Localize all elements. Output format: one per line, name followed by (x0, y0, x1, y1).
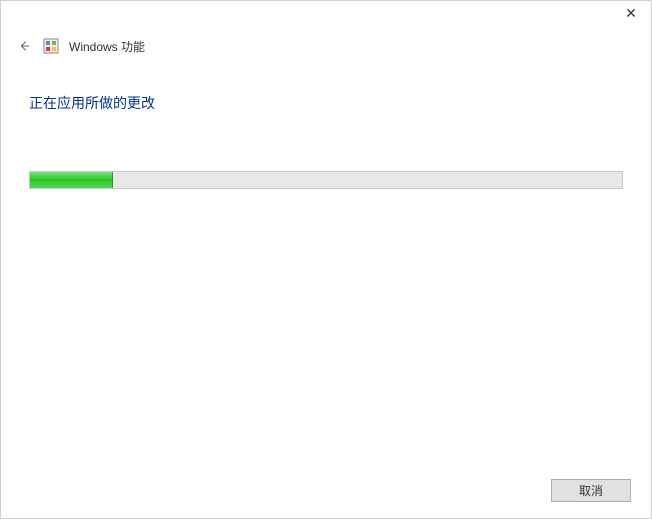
header: Windows 功能 (1, 31, 651, 69)
titlebar: ✕ (1, 1, 651, 31)
progress-fill (30, 172, 113, 188)
page-heading: 正在应用所做的更改 (29, 93, 623, 113)
close-button[interactable]: ✕ (611, 1, 651, 25)
footer: 取消 (551, 479, 631, 502)
progress-bar (29, 171, 623, 189)
windows-features-icon (43, 38, 59, 54)
content-area: 正在应用所做的更改 (1, 69, 651, 189)
app-icon (43, 38, 59, 54)
close-icon: ✕ (625, 5, 637, 22)
cancel-button[interactable]: 取消 (551, 479, 631, 502)
back-arrow-icon (17, 39, 31, 53)
back-button[interactable] (15, 37, 33, 55)
window-title: Windows 功能 (69, 38, 145, 55)
